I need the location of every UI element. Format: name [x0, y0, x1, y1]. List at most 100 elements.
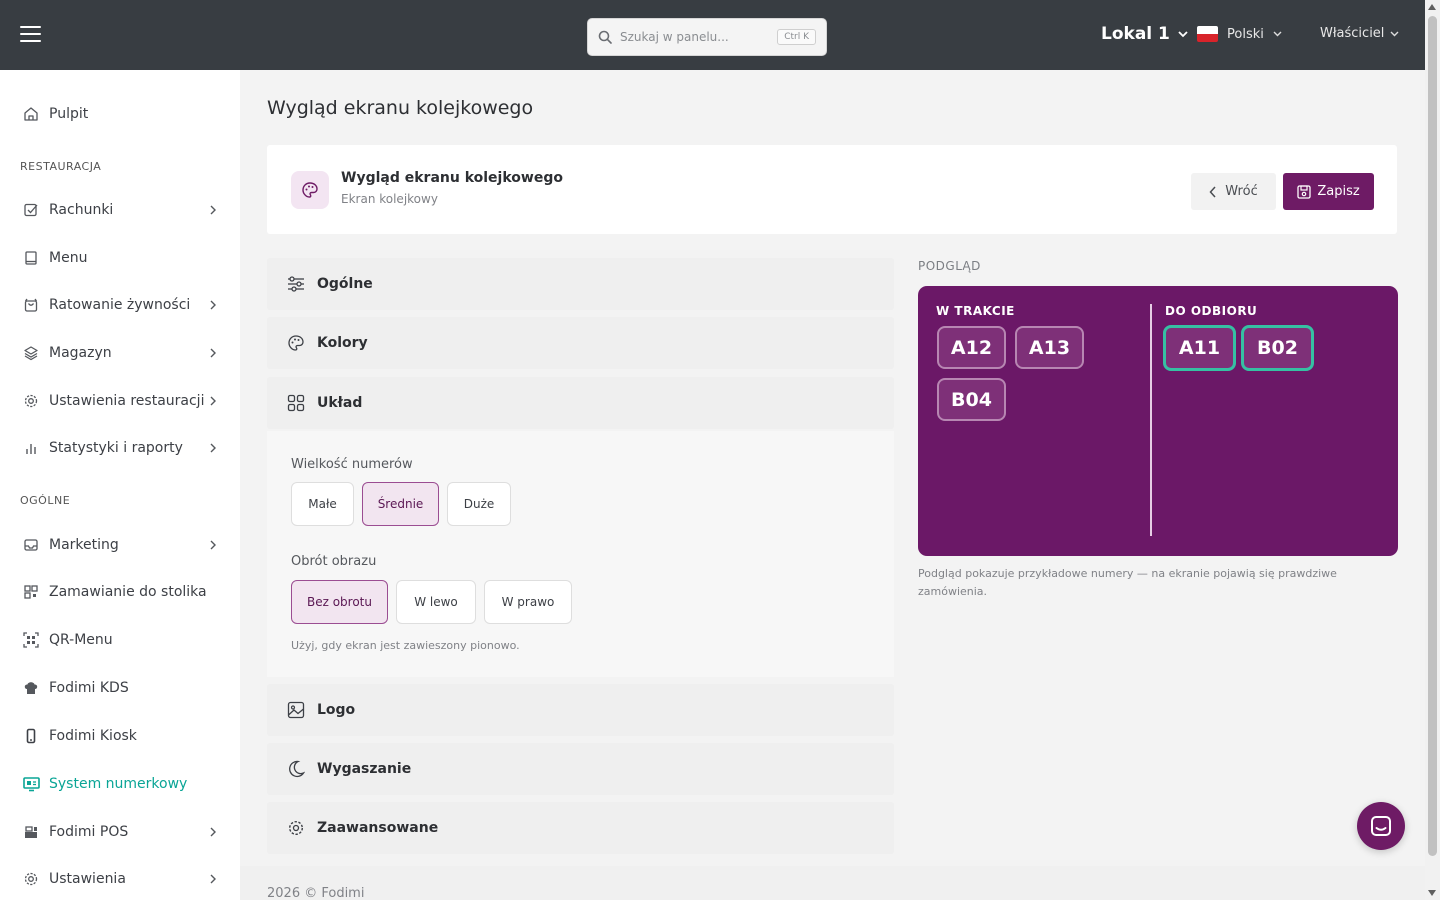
- sidebar-item-statystyki[interactable]: Statystyki i raporty: [22, 436, 218, 460]
- section-layout[interactable]: Układ: [267, 377, 894, 429]
- sidebar-item-label: Magazyn: [49, 345, 112, 361]
- sidebar-item-qr-menu[interactable]: QR-Menu: [22, 628, 218, 652]
- gear-icon: [22, 870, 40, 888]
- sidebar-item-label: System numerkowy: [49, 776, 188, 792]
- sidebar-item-ustawienia[interactable]: Ustawienia: [22, 867, 218, 891]
- sidebar-item-label: Ustawienia: [49, 871, 126, 887]
- size-option-large[interactable]: Duże: [447, 482, 511, 526]
- section-colors[interactable]: Kolory: [267, 317, 894, 369]
- monitor-icon: [22, 775, 40, 793]
- section-logo[interactable]: Logo: [267, 684, 894, 736]
- poland-flag-icon: [1197, 26, 1218, 42]
- menu-toggle-icon[interactable]: [20, 26, 41, 43]
- chevron-right-icon: [210, 443, 216, 453]
- ready-number-tile: A11: [1163, 325, 1236, 371]
- sidebar-item-label: Fodimi KDS: [49, 680, 129, 696]
- sidebar-item-label: Ustawienia restauracji: [49, 393, 205, 409]
- sidebar-item-system-numerkowy[interactable]: System numerkowy: [22, 772, 218, 796]
- scrollbar-thumb[interactable]: [1428, 16, 1437, 856]
- sidebar-item-label: Ratowanie żywności: [49, 297, 191, 313]
- preview-note: Podgląd pokazuje przykładowe numery — na…: [918, 567, 1337, 598]
- language-label: Polski: [1227, 26, 1264, 42]
- sidebar-item-label: Menu: [49, 250, 88, 266]
- sidebar-item-label: Fodimi POS: [49, 824, 129, 840]
- gear-icon: [287, 819, 305, 837]
- sidebar-item-ustawienia-restauracji[interactable]: Ustawienia restauracji: [22, 389, 218, 413]
- sidebar-item-fodimi-pos[interactable]: Fodimi POS: [22, 820, 218, 844]
- rotation-option-left[interactable]: W lewo: [396, 580, 476, 624]
- page-title: Wygląd ekranu kolejkowego: [267, 97, 534, 119]
- book-icon: [22, 249, 40, 267]
- main-content: Wygląd ekranu kolejkowego Wygląd ekranu …: [240, 70, 1425, 900]
- chevron-left-icon: [1209, 185, 1216, 198]
- sidebar-item-label: Zamawianie do stolika: [49, 584, 207, 600]
- rotation-option-right[interactable]: W prawo: [484, 580, 572, 624]
- chevron-right-icon: [210, 540, 216, 550]
- back-button-label: Wróć: [1225, 184, 1258, 199]
- sidebar-item-fodimi-kds[interactable]: Fodimi KDS: [22, 676, 218, 700]
- sidebar-item-magazyn[interactable]: Magazyn: [22, 341, 218, 365]
- user-role-menu[interactable]: Właściciel: [1320, 26, 1399, 41]
- sidebar-section-restaurant: RESTAURACJA: [20, 160, 102, 173]
- section-colors-label: Kolory: [317, 335, 368, 351]
- layout-panel: Wielkość numerów Małe Średnie Duże Obrót…: [267, 431, 894, 677]
- sidebar-item-marketing[interactable]: Marketing: [22, 533, 218, 557]
- chevron-right-icon: [210, 300, 216, 310]
- search-icon: [598, 30, 612, 44]
- palette-avatar: [291, 171, 329, 209]
- sidebar-item-ratowanie-zywnosci[interactable]: Ratowanie żywności: [22, 293, 218, 317]
- header-card: Wygląd ekranu kolejkowego Ekran kolejkow…: [267, 145, 1397, 234]
- page-scrollbar[interactable]: [1425, 0, 1440, 900]
- preview-heading: PODGLĄD: [918, 259, 981, 273]
- queue-screen-preview: W TRAKCIE DO ODBIORU A12 A13 B04 A11 B02: [918, 286, 1398, 556]
- sliders-icon: [287, 275, 305, 293]
- size-option-small[interactable]: Małe: [291, 482, 354, 526]
- size-option-medium[interactable]: Średnie: [362, 482, 439, 526]
- sidebar-item-label: Marketing: [49, 537, 119, 553]
- mobile-device-icon: [22, 727, 40, 745]
- chevron-down-icon: [1178, 30, 1188, 37]
- top-bar: Szukaj w panelu... Ctrl K Lokal 1 Polski…: [0, 0, 1425, 70]
- save-button[interactable]: Zapisz: [1283, 173, 1374, 210]
- scroll-up-arrow[interactable]: [1428, 4, 1436, 10]
- gear-icon: [22, 392, 40, 410]
- sidebar: Pulpit RESTAURACJA Rachunki Menu Ratowan…: [0, 70, 240, 900]
- grid-icon: [287, 394, 305, 412]
- layers-icon: [22, 344, 40, 362]
- section-advanced[interactable]: Zaawansowane: [267, 802, 894, 854]
- sidebar-item-label: Rachunki: [49, 202, 114, 218]
- back-button[interactable]: Wróć: [1191, 173, 1276, 210]
- chat-launcher-button[interactable]: [1357, 802, 1405, 850]
- section-advanced-label: Zaawansowane: [317, 820, 439, 836]
- sidebar-item-pulpit[interactable]: Pulpit: [22, 102, 218, 126]
- section-screensaver[interactable]: Wygaszanie: [267, 743, 894, 795]
- sidebar-item-label: QR-Menu: [49, 632, 113, 648]
- ready-number-tile: B02: [1241, 325, 1314, 371]
- scroll-down-arrow[interactable]: [1428, 890, 1436, 896]
- chevron-right-icon: [210, 827, 216, 837]
- search-input[interactable]: Szukaj w panelu... Ctrl K: [587, 18, 827, 56]
- sidebar-item-label: Fodimi Kiosk: [49, 728, 137, 744]
- section-general[interactable]: Ogólne: [267, 258, 894, 310]
- order-number-tile: A12: [937, 326, 1006, 369]
- language-selector[interactable]: Polski: [1197, 26, 1282, 42]
- chevron-down-icon: [1390, 31, 1399, 36]
- chevron-right-icon: [210, 874, 216, 884]
- moon-icon: [287, 760, 305, 778]
- chevron-right-icon: [210, 205, 216, 215]
- order-number-tile: A13: [1015, 326, 1084, 369]
- palette-icon: [287, 334, 305, 352]
- number-size-label: Wielkość numerów: [291, 457, 413, 472]
- sidebar-item-zamawianie-do-stolika[interactable]: Zamawianie do stolika: [22, 580, 218, 604]
- section-screensaver-label: Wygaszanie: [317, 761, 412, 777]
- qr-grid-icon: [22, 583, 40, 601]
- sidebar-item-rachunki[interactable]: Rachunki: [22, 198, 218, 222]
- section-general-label: Ogólne: [317, 276, 373, 292]
- rotation-option-none[interactable]: Bez obrotu: [291, 580, 388, 624]
- sidebar-item-menu[interactable]: Menu: [22, 246, 218, 270]
- home-icon: [22, 105, 40, 123]
- cash-register-icon: [22, 823, 40, 841]
- location-selector[interactable]: Lokal 1: [1101, 24, 1188, 44]
- shopping-bag-icon: [22, 296, 40, 314]
- sidebar-item-fodimi-kiosk[interactable]: Fodimi Kiosk: [22, 724, 218, 748]
